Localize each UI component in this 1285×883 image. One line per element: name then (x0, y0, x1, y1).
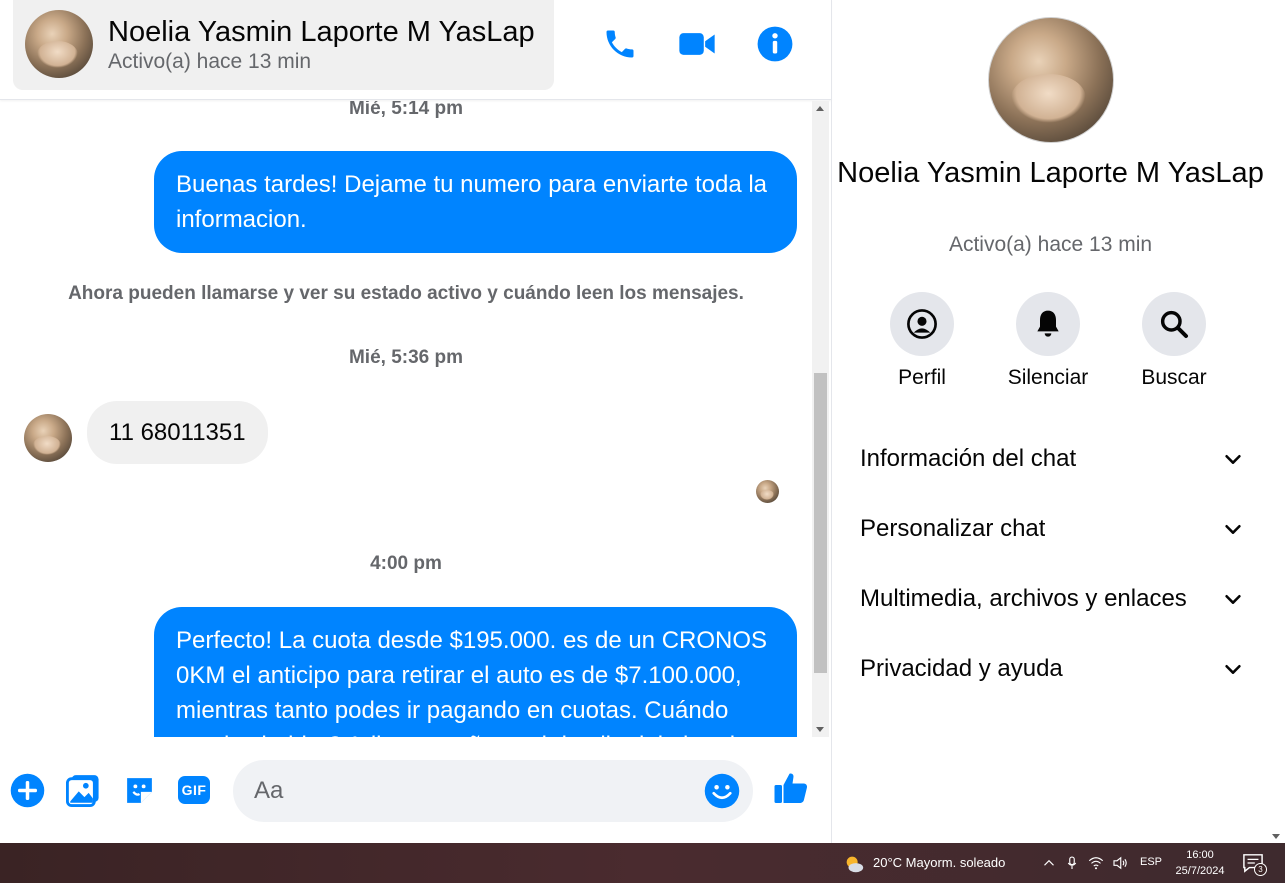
contact-avatar-large[interactable] (988, 17, 1114, 143)
message-composer: GIF (0, 737, 831, 843)
scroll-down-arrow-icon[interactable] (1272, 834, 1280, 839)
section-label: Personalizar chat (860, 515, 1046, 542)
chat-header: Noelia Yasmin Laporte M YasLap Activo(a)… (0, 0, 831, 100)
contact-header-button[interactable]: Noelia Yasmin Laporte M YasLap Activo(a)… (13, 0, 554, 90)
scroll-thumb[interactable] (814, 373, 827, 673)
sticker-icon[interactable] (121, 772, 157, 808)
chevron-down-icon (1225, 664, 1241, 674)
section-media-files[interactable]: Multimedia, archivos y enlaces (860, 574, 1244, 624)
section-privacy-help[interactable]: Privacidad y ayuda (860, 644, 1244, 694)
timestamp: Mié, 5:36 pm (348, 347, 464, 368)
bell-icon[interactable] (1016, 292, 1080, 356)
image-icon[interactable] (65, 772, 101, 808)
sender-avatar[interactable] (24, 414, 72, 462)
info-contact-status: Activo(a) hace 13 min (948, 233, 1153, 256)
search-label: Buscar (1141, 366, 1207, 389)
plus-icon[interactable] (9, 772, 45, 808)
section-label: Información del chat (860, 445, 1077, 472)
windows-taskbar: 20°C Mayorm. soleado ESP 16:00 25/7/2024… (0, 843, 1285, 883)
section-customize-chat[interactable]: Personalizar chat (860, 504, 1244, 554)
clock[interactable]: 16:00 25/7/2024 (1170, 847, 1230, 879)
notification-center-icon[interactable]: 3 (1242, 853, 1267, 876)
section-chat-info[interactable]: Información del chat (860, 434, 1244, 484)
chevron-down-icon (1225, 524, 1241, 534)
section-label: Privacidad y ayuda (860, 655, 1063, 682)
phone-icon[interactable] (600, 24, 640, 64)
chevron-down-icon (1225, 454, 1241, 464)
contact-name: Noelia Yasmin Laporte M YasLap (108, 16, 535, 48)
video-camera-icon[interactable] (677, 24, 717, 64)
search-icon[interactable] (1142, 292, 1206, 356)
input-language[interactable]: ESP (1140, 856, 1162, 868)
profile-icon[interactable] (890, 292, 954, 356)
notification-count: 3 (1254, 863, 1267, 876)
outgoing-message[interactable]: Perfecto! La cuota desde $195.000. es de… (154, 607, 797, 737)
messenger-window: Noelia Yasmin Laporte M YasLap Activo(a)… (0, 0, 1285, 843)
mute-action[interactable]: Silenciar (993, 292, 1103, 390)
page-scrollbar[interactable] (1268, 0, 1285, 843)
info-icon[interactable] (755, 24, 795, 64)
timestamp: Mié, 5:14 pm (348, 101, 464, 119)
scroll-up-arrow-icon[interactable] (816, 106, 824, 111)
contact-avatar (25, 10, 93, 78)
read-receipt-avatar (756, 480, 779, 503)
conversation-info-panel: Noelia Yasmin Laporte M YasLap Activo(a)… (831, 0, 1268, 843)
speaker-icon[interactable] (1111, 854, 1129, 872)
info-contact-name: Noelia Yasmin Laporte M YasLap (837, 157, 1264, 189)
emoji-icon[interactable] (704, 773, 740, 809)
profile-action[interactable]: Perfil (867, 292, 977, 390)
contact-status: Activo(a) hace 13 min (108, 50, 312, 73)
clock-date: 25/7/2024 (1175, 865, 1225, 877)
message-input[interactable] (233, 760, 753, 822)
like-icon[interactable] (773, 770, 809, 806)
weather-text[interactable]: 20°C Mayorm. soleado (873, 855, 1005, 870)
scroll-down-arrow-icon[interactable] (816, 727, 824, 732)
profile-label: Perfil (898, 366, 946, 389)
microphone-icon[interactable] (1063, 854, 1081, 872)
timestamp: 4:00 pm (370, 553, 442, 574)
chat-scrollbar[interactable] (812, 101, 829, 737)
chevron-down-icon (1225, 594, 1241, 604)
wifi-icon[interactable] (1087, 854, 1105, 872)
weather-partly-sunny-icon[interactable] (843, 853, 865, 875)
message-list[interactable]: Mié, 5:14 pm Buenas tardes! Dejame tu nu… (0, 101, 812, 737)
section-label: Multimedia, archivos y enlaces (860, 585, 1187, 612)
mute-label: Silenciar (1007, 366, 1089, 389)
chat-pane: Noelia Yasmin Laporte M YasLap Activo(a)… (0, 0, 831, 843)
gif-label: GIF (177, 776, 211, 804)
outgoing-message[interactable]: Buenas tardes! Dejame tu numero para env… (154, 151, 797, 253)
chevron-up-icon[interactable] (1040, 854, 1058, 872)
clock-time: 16:00 (1186, 849, 1214, 861)
incoming-message[interactable]: 11 68011351 (87, 401, 268, 464)
system-notice: Ahora pueden llamarse y ver su estado ac… (68, 283, 744, 304)
search-action[interactable]: Buscar (1119, 292, 1229, 390)
gif-icon[interactable]: GIF (176, 772, 212, 808)
